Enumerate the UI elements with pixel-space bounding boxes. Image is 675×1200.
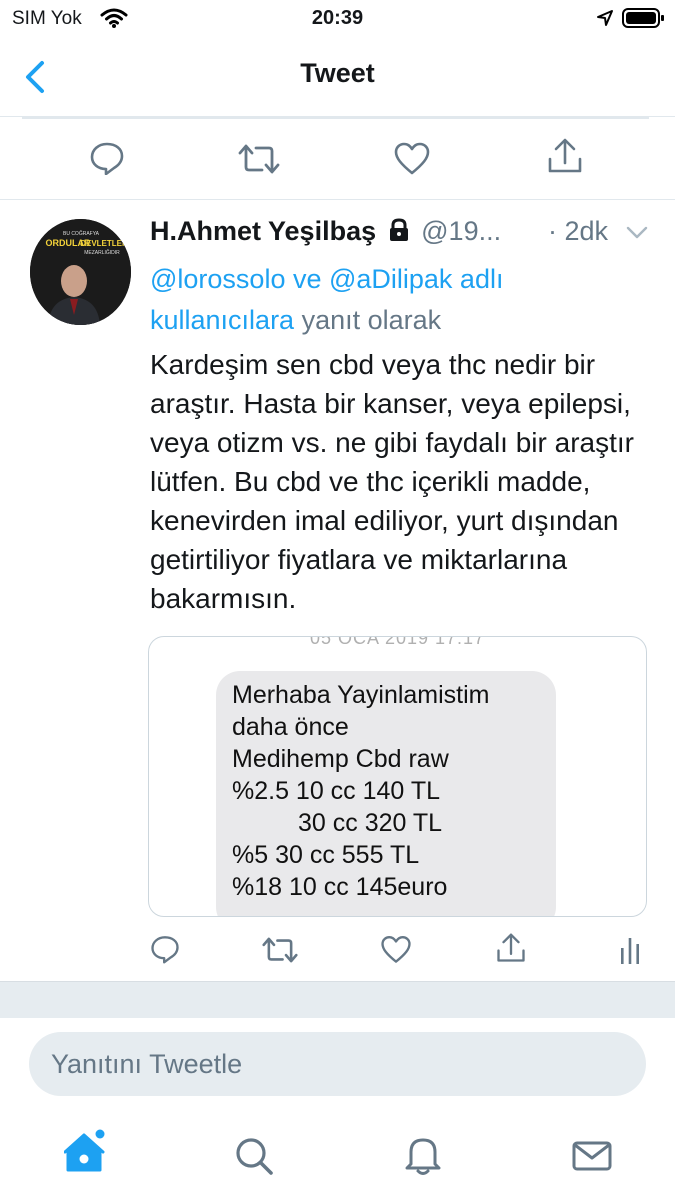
chevron-down-icon[interactable]	[626, 226, 648, 240]
avatar-text-4: MEZARLIĞIDIR	[84, 249, 120, 256]
tweet-text: Kardeşim sen cbd veya thc nedir bir araş…	[150, 349, 634, 614]
avatar-text-1: BU COĞRAFYA	[63, 230, 100, 237]
share-icon[interactable]	[496, 932, 526, 964]
analytics-icon[interactable]	[620, 936, 640, 964]
sms-date: 05 OCA 2019 17:17	[309, 636, 486, 648]
like-icon[interactable]	[393, 141, 431, 175]
battery-icon	[622, 7, 666, 29]
navigation-bar: Tweet	[0, 38, 675, 117]
comment-icon[interactable]	[89, 141, 125, 175]
search-icon[interactable]	[234, 1136, 274, 1176]
sms-bubble: Merhaba Yayinlamistim daha önce Medihemp…	[216, 671, 556, 916]
tweet-header: H.Ahmet Yeşilbaş @19... · 2dk	[150, 216, 660, 256]
retweet-icon[interactable]	[238, 143, 280, 175]
sms-line: %5 30 cc 555 TL	[232, 841, 420, 869]
tweet-actions	[0, 918, 675, 980]
messages-icon[interactable]	[572, 1140, 612, 1172]
home-icon[interactable]	[64, 1128, 108, 1174]
sms-line: Merhaba Yayinlamistim	[232, 681, 490, 709]
tweet-time: · 2dk	[548, 216, 609, 246]
sms-line: Medihemp Cbd raw	[232, 745, 449, 773]
sms-line: 30 cc 320 TL	[298, 809, 443, 837]
share-icon[interactable]	[547, 137, 583, 175]
tweet-media[interactable]: 05 OCA 2019 17:17 Merhaba Yayinlamistim …	[148, 636, 647, 917]
section-divider	[0, 981, 675, 1018]
author-handle: @19...	[421, 216, 502, 246]
page-title: Tweet	[300, 58, 375, 88]
previous-tweet-actions	[0, 117, 675, 200]
lock-icon	[388, 218, 410, 242]
author-name[interactable]: H.Ahmet Yeşilbaş	[150, 216, 376, 246]
location-arrow-icon	[596, 9, 614, 27]
reply-input[interactable]: Yanıtını Tweetle	[29, 1032, 646, 1096]
divider-line	[22, 117, 649, 119]
like-icon[interactable]	[380, 934, 412, 964]
notifications-icon[interactable]	[403, 1134, 443, 1176]
avatar-image: BU COĞRAFYA ORDULAR DEVLETLER MEZARLIĞID…	[30, 219, 131, 325]
sms-line: %18 10 cc 145euro	[232, 873, 448, 901]
status-bar: SIM Yok 20:39	[0, 0, 675, 38]
comment-icon[interactable]	[150, 934, 180, 964]
reply-placeholder: Yanıtını Tweetle	[51, 1049, 243, 1079]
sms-line: daha önce	[232, 713, 349, 741]
avatar-text-3: DEVLETLER	[80, 239, 128, 248]
reply-suffix: yanıt olarak	[301, 305, 442, 335]
reply-context: @lorossolo ve @aDilipak adlı kullanıcıla…	[150, 259, 630, 341]
sms-line: %2.5 10 cc 140 TL	[232, 777, 441, 805]
status-time: 20:39	[311, 7, 364, 29]
retweet-icon[interactable]	[262, 936, 298, 964]
avatar[interactable]: BU COĞRAFYA ORDULAR DEVLETLER MEZARLIĞID…	[30, 219, 131, 325]
tab-bar	[0, 1112, 675, 1200]
